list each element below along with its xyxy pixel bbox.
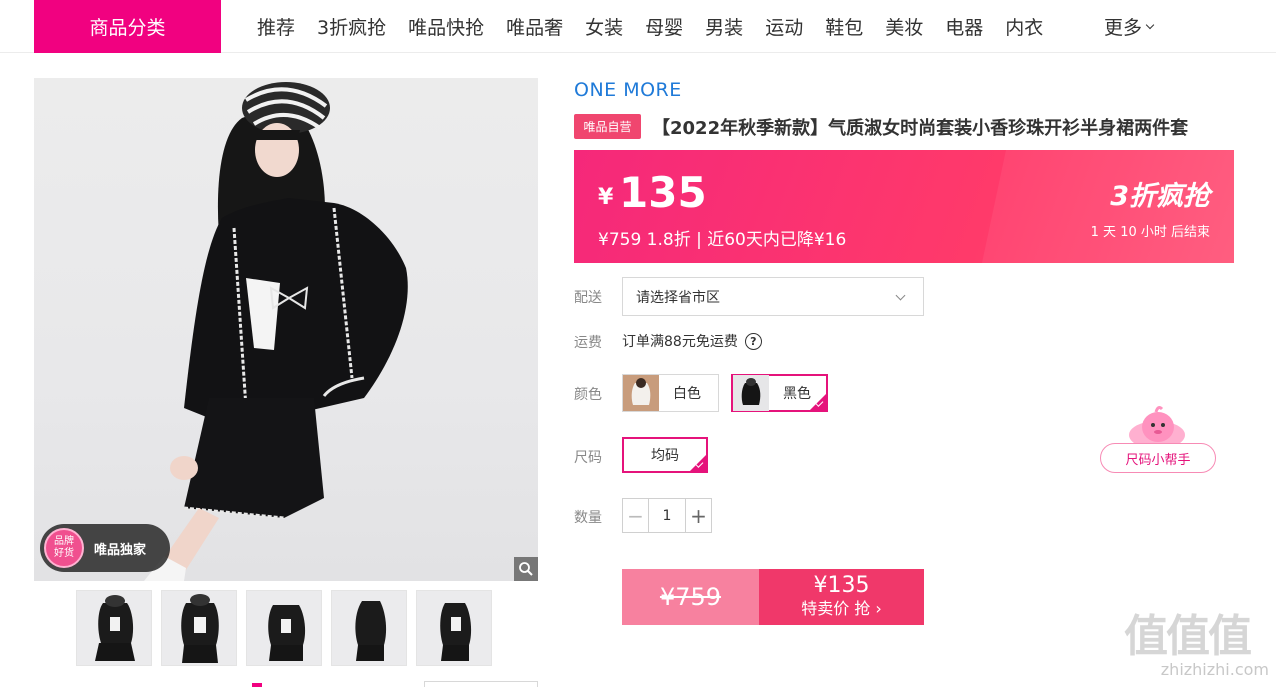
brand-name[interactable]: ONE MORE: [574, 79, 682, 101]
nav-list: 推荐 3折疯抢 唯品快抢 唯品奢 女装 母婴 男装 运动 鞋包 美妆 电器 内衣: [246, 0, 1054, 53]
nav-item-beauty[interactable]: 美妆: [885, 13, 923, 40]
nav-item-electronics[interactable]: 电器: [945, 13, 983, 40]
quantity-increase-button[interactable]: +: [685, 499, 711, 532]
promo-countdown: 1 天 10 小时 后结束: [1090, 225, 1210, 240]
color-option-label: 白色: [673, 386, 701, 402]
quantity-value[interactable]: 1: [649, 499, 685, 532]
nav-item-luxury[interactable]: 唯品奢: [506, 13, 563, 40]
currency-symbol: ¥: [598, 185, 614, 210]
original-price-button[interactable]: ¥759: [622, 569, 759, 625]
nav-more-label: 更多: [1104, 17, 1143, 39]
nav-item-womens[interactable]: 女装: [585, 13, 623, 40]
chevron-right-icon: ›: [875, 599, 882, 618]
chevron-down-icon: [895, 290, 906, 301]
color-label: 颜色: [574, 387, 602, 403]
buy-now-price: ¥135: [813, 573, 870, 598]
exclusive-badge-circle: 品牌 好货: [44, 528, 84, 568]
color-option-label: 黑色: [783, 386, 811, 402]
thumbnail[interactable]: [76, 590, 152, 666]
watermark-logo: 值值值: [1124, 611, 1252, 662]
quantity-label: 数量: [574, 510, 602, 526]
nav-item-baby[interactable]: 母婴: [645, 13, 683, 40]
color-option-white[interactable]: 白色: [622, 374, 719, 412]
buy-now-button[interactable]: ¥135 特卖价 抢 ›: [759, 569, 924, 625]
nav-more-button[interactable]: 更多: [1104, 0, 1155, 53]
region-select[interactable]: 请选择省市区: [622, 277, 924, 316]
buy-button-group: ¥759 ¥135 特卖价 抢 ›: [622, 569, 924, 625]
help-icon[interactable]: ?: [744, 332, 762, 350]
shipping-label: 运费: [574, 335, 602, 351]
selected-check-icon: [810, 394, 826, 410]
zoom-icon[interactable]: [514, 557, 538, 581]
exclusive-badge: 品牌 好货 唯品独家: [40, 524, 170, 572]
nav-item-flash-sale[interactable]: 唯品快抢: [408, 13, 484, 40]
color-swatch-white: [623, 375, 659, 411]
selected-check-icon: [690, 455, 706, 471]
category-menu-button[interactable]: 商品分类: [34, 0, 221, 53]
chevron-down-icon: [1145, 20, 1155, 29]
nav-item-recommend[interactable]: 推荐: [257, 13, 295, 40]
size-option-one-size[interactable]: 均码: [622, 437, 708, 473]
price-panel: ¥ 135 ¥759 1.8折 | 近60天内已降¥16 3折疯抢 1 天 10…: [574, 150, 1234, 263]
size-helper-mascot-icon: [1129, 406, 1185, 447]
below-fold-box: [424, 681, 538, 687]
thumbnail[interactable]: [416, 590, 492, 666]
shipping-text: 订单满88元免运费: [622, 334, 738, 350]
thumbnail-strip: [76, 590, 501, 666]
below-fold-indicator: [252, 683, 262, 687]
delivery-label: 配送: [574, 290, 602, 306]
buy-now-label: 特卖价 抢 ›: [801, 599, 882, 618]
thumbnail[interactable]: [331, 590, 407, 666]
product-main-image[interactable]: 品牌 好货 唯品独家: [34, 78, 538, 581]
color-option-black[interactable]: 黑色: [731, 374, 828, 412]
thumbnail[interactable]: [161, 590, 237, 666]
promo-title: 3折疯抢: [1110, 181, 1210, 212]
product-title: 【2022年秋季新款】气质淑女时尚套装小香珍珠开衫半身裙两件套: [652, 118, 1189, 139]
thumbnail[interactable]: [246, 590, 322, 666]
nav-item-mens[interactable]: 男装: [705, 13, 743, 40]
quantity-stepper: − 1 +: [622, 498, 712, 533]
size-option-label: 均码: [651, 448, 679, 464]
exclusive-badge-line1: 品牌: [54, 536, 74, 547]
self-operated-badge: 唯品自营: [574, 114, 641, 139]
quantity-decrease-button[interactable]: −: [623, 499, 649, 532]
size-label: 尺码: [574, 450, 602, 466]
nav-item-30-percent-sale[interactable]: 3折疯抢: [317, 13, 386, 40]
shipping-info: 订单满88元免运费 ?: [622, 331, 762, 351]
model-photo: [144, 82, 408, 581]
nav-item-shoes-bags[interactable]: 鞋包: [825, 13, 863, 40]
exclusive-badge-line2: 好货: [54, 548, 74, 559]
price-discount-info: ¥759 1.8折 | 近60天内已降¥16: [598, 230, 847, 250]
size-helper-button[interactable]: 尺码小帮手: [1100, 443, 1216, 473]
site-watermark: 值值值 zhizhizhi.com: [1124, 600, 1269, 682]
top-navigation: 商品分类 推荐 3折疯抢 唯品快抢 唯品奢 女装 母婴 男装 运动 鞋包 美妆 …: [0, 0, 1276, 53]
exclusive-badge-text: 唯品独家: [94, 542, 147, 558]
region-select-placeholder: 请选择省市区: [636, 289, 720, 306]
nav-item-sports[interactable]: 运动: [765, 13, 803, 40]
current-price: 135: [619, 168, 707, 217]
size-helper[interactable]: 尺码小帮手: [1100, 405, 1216, 473]
color-swatch-black: [733, 375, 769, 411]
nav-item-underwear[interactable]: 内衣: [1005, 13, 1043, 40]
